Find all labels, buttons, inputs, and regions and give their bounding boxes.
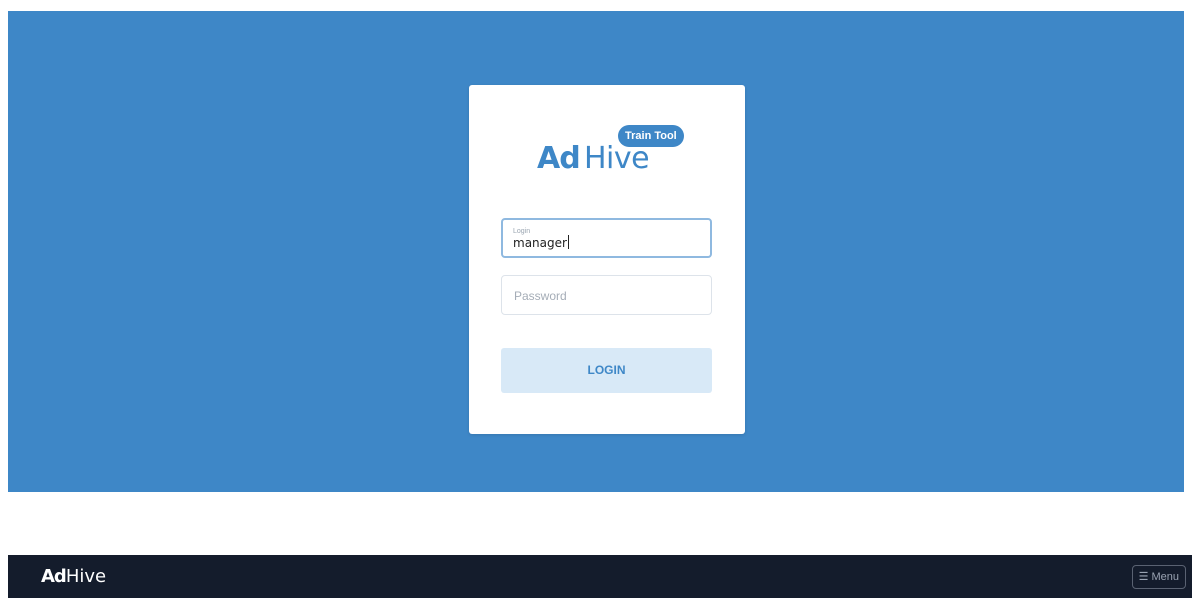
login-input[interactable]: Login manager	[501, 218, 712, 258]
login-value-text: manager	[513, 236, 567, 250]
text-caret	[567, 235, 569, 249]
menu-button[interactable]: ☰ Menu	[1131, 565, 1186, 589]
logo-ad-text: Ad	[537, 141, 581, 176]
navbar-logo-hive: Hive	[65, 566, 107, 587]
navbar-logo-ad: Ad	[41, 566, 67, 587]
navbar: AdHive ☰ Menu	[8, 555, 1192, 598]
login-card: Ad Hive Train Tool Login manager Passwor…	[469, 85, 745, 434]
password-input[interactable]: Password	[501, 275, 712, 315]
logo-hive-text: Hive	[584, 141, 650, 176]
login-button[interactable]: LOGIN	[501, 348, 712, 393]
adhive-logo: Ad Hive Train Tool	[537, 125, 697, 181]
navbar-logo[interactable]: AdHive	[41, 566, 106, 589]
menu-label: Menu	[1151, 571, 1179, 583]
train-tool-badge: Train Tool	[618, 125, 684, 147]
hamburger-icon: ☰	[1138, 571, 1149, 583]
login-field-value[interactable]: manager	[513, 235, 569, 251]
password-placeholder: Password	[514, 289, 567, 303]
login-screen: Ad Hive Train Tool Login manager Passwor…	[8, 11, 1184, 492]
